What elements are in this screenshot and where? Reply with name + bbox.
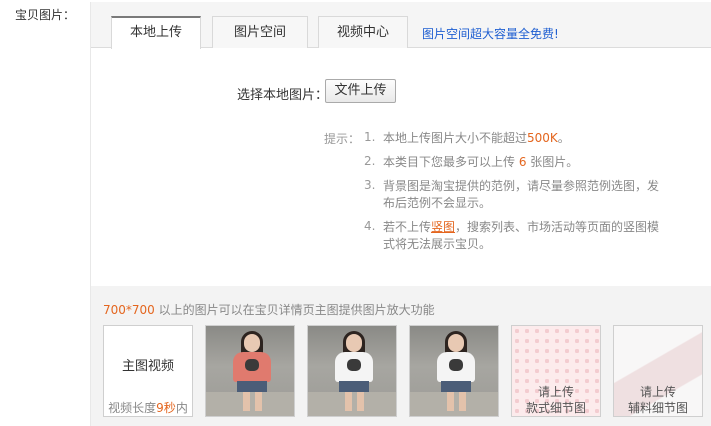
select-local-image-label: 选择本地图片： [237,88,329,103]
tip-item: 若不上传竖图，搜索列表、市场活动等页面的竖图模式将无法展示宝贝。 [383,219,663,253]
model-shorts [339,381,369,392]
material-detail-upload-slot[interactable]: 请上传 辅料细节图 [613,325,703,417]
video-length-text: 视频长度 [108,401,157,415]
video-length-text: 内 [175,401,188,415]
file-upload-button[interactable]: 文件上传 [325,79,396,103]
placeholder-label: 辅料细节图 [627,401,688,415]
zoom-feature-note: 700*700 以上的图片可以在宝贝详情页主图提供图片放大功能 [103,301,435,318]
video-length-note: 视频长度9秒内 [104,399,192,416]
tip-number: 2. [364,154,376,168]
model-shorts [237,381,267,392]
tip-item: 本地上传图片大小不能超过500K。 [383,130,663,147]
model-head [448,334,464,352]
product-photo-3[interactable] [409,325,499,417]
style-detail-upload-slot[interactable]: 请上传 款式细节图 [511,325,601,417]
tab-video-center[interactable]: 视频中心 [318,16,408,48]
tip-number: 4. [364,219,376,233]
tip-highlight: 500K [527,131,558,145]
main-video-slot[interactable]: 主图视频 视频长度9秒内 [103,325,193,417]
vertical-image-link[interactable]: 竖图 [431,220,455,234]
tip-text: 。 [557,131,570,145]
shirt-print-icon [347,359,361,371]
tip-item: 背景图是淘宝提供的范例，请尽量参照范例选图，发布后范例不会显示。 [383,179,660,210]
video-length-highlight: 9秒 [156,401,176,415]
model-head [244,334,260,352]
photo-floor [206,392,294,416]
image-space-promo-link[interactable]: 图片空间超大容量全免费! [422,25,559,42]
model-leg [243,392,250,411]
placeholder-label: 请上传 [537,385,574,399]
upload-tab-bar: 本地上传 图片空间 视频中心 图片空间超大容量全免费! [91,2,711,49]
tab-local-upload[interactable]: 本地上传 [111,16,201,49]
shirt-print-icon [449,359,463,371]
product-photo-1[interactable] [205,325,295,417]
tips-label: 提示： [324,132,361,146]
placeholder-label: 请上传 [639,385,676,399]
tip-number: 3. [364,178,376,192]
main-image-gallery: 700*700 以上的图片可以在宝贝详情页主图提供图片放大功能 主图视频 视频长… [91,286,711,426]
model-head [346,334,362,352]
model-leg [345,392,352,411]
zoom-size-highlight: 700*700 [103,303,155,317]
photo-floor [308,392,396,416]
model-shorts [441,381,471,392]
tab-image-space[interactable]: 图片空间 [212,16,308,48]
main-video-title: 主图视频 [121,359,174,374]
placeholder-label: 款式细节图 [525,401,586,415]
model-leg [255,392,262,411]
tip-text: 张图片。 [526,155,579,169]
model-leg [447,392,454,411]
image-upload-panel: 本地上传 图片空间 视频中心 图片空间超大容量全免费! 选择本地图片： 文件上传… [90,2,711,426]
product-photo-2[interactable] [307,325,397,417]
model-leg [357,392,364,411]
field-label-item-images: 宝贝图片： [15,8,76,22]
tip-text: 若不上传 [383,220,432,234]
model-leg [459,392,466,411]
shirt-print-icon [245,359,259,371]
tip-text: 本地上传图片大小不能超过 [383,131,528,145]
zoom-note-text: 以上的图片可以在宝贝详情页主图提供图片放大功能 [154,303,435,317]
tip-item: 本类目下您最多可以上传 6 张图片。 [383,154,663,171]
tip-number: 1. [364,130,376,144]
photo-floor [410,392,498,416]
tip-text: 本类目下您最多可以上传 [383,155,519,169]
